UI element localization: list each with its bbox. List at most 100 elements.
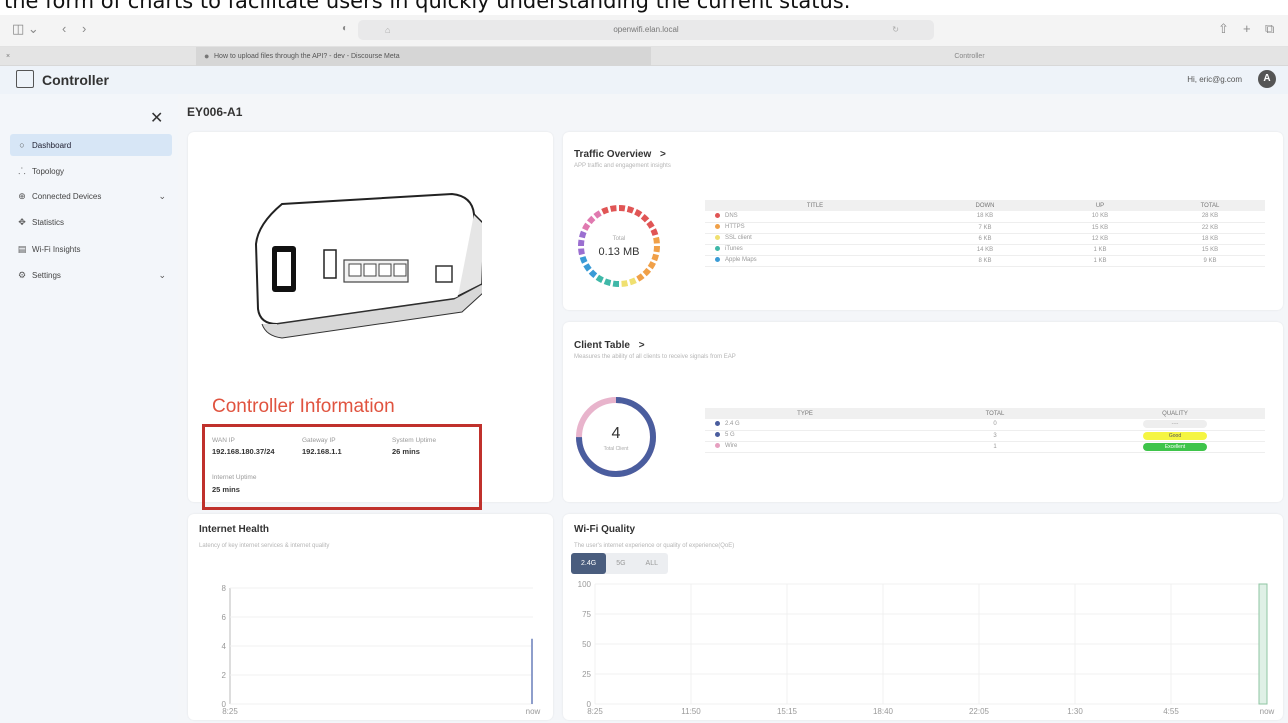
- donut-segment: [634, 209, 643, 218]
- tab-discourse[interactable]: ● How to upload files through the API? -…: [196, 47, 651, 66]
- sidebar-item-statistics[interactable]: ✥ Statistics: [10, 211, 172, 233]
- wifi-quality-chart: 02550751008:25 11:50 15:15 18:40 22:05 1:30 4:…: [578, 580, 1275, 716]
- avatar[interactable]: A: [1258, 70, 1276, 88]
- internet-health-subtitle: Latency of key internet services & inter…: [199, 543, 330, 549]
- app-name: DNS: [725, 213, 738, 220]
- tabs-overview-icon[interactable]: ⧉: [1265, 21, 1274, 37]
- client-table-card: Client Table > Measures the ability of a…: [563, 322, 1283, 502]
- back-icon[interactable]: ‹: [62, 21, 66, 36]
- donut-segment: [626, 206, 635, 214]
- donut-segment: [650, 228, 659, 236]
- y-tick-label: 50: [582, 640, 591, 649]
- toggle-all[interactable]: ALL: [636, 553, 668, 574]
- client-count: 3: [905, 430, 1085, 442]
- donut-segment: [582, 222, 591, 231]
- type-dot: [715, 421, 720, 427]
- total-value: 18 KB: [1155, 233, 1265, 245]
- sidebar-item-label: Wi-Fi Insights: [32, 245, 81, 254]
- sidebar: ✕ ○ Dashboard ⸫ Topology ⊕ Connected Device…: [0, 94, 178, 723]
- toggle-2-4g[interactable]: 2.4G: [571, 553, 607, 574]
- app-name: Apple Maps: [725, 257, 757, 264]
- forward-icon[interactable]: ›: [82, 21, 86, 36]
- sidebar-item-label: Topology: [32, 167, 65, 176]
- router-illustration: [254, 192, 482, 339]
- up-value: 1 KB: [1045, 255, 1155, 267]
- close-tab-icon[interactable]: ×: [0, 47, 20, 66]
- sidebar-item-label: Dashboard: [32, 141, 72, 150]
- x-tick-label: now: [1260, 707, 1275, 716]
- donut-segment: [642, 267, 652, 277]
- client-type: Wire: [725, 443, 738, 450]
- controller-info-highlight: WAN IP 192.168.180.37/24 Gateway IP 192.…: [202, 424, 482, 510]
- devices-icon: ⊕: [18, 191, 26, 201]
- https-dot: [715, 224, 720, 230]
- sidebar-item-label: Statistics: [32, 218, 65, 227]
- chevron-right-icon: >: [638, 340, 645, 351]
- sidebar-toggle-icon[interactable]: ◫ ⌄: [12, 21, 39, 37]
- type-dot: [715, 443, 720, 449]
- shield-icon: ◐: [342, 23, 349, 34]
- internet-health-title: Internet Health: [199, 524, 270, 535]
- donut-segment: [586, 215, 596, 225]
- address-bar[interactable]: ⌂ openwifi.elan.local ↻: [358, 20, 934, 40]
- sidebar-item-dashboard[interactable]: ○ Dashboard: [10, 134, 172, 156]
- client-donut-chart: 4 Total Client: [576, 397, 656, 477]
- sidebar-item-topology[interactable]: ⸫ Topology: [10, 160, 172, 182]
- main-content: EY006-A1 Controller Information WAN IP 1…: [178, 94, 1288, 723]
- client-total-label: Total Client: [604, 446, 629, 452]
- sidebar-item-wifi-insights[interactable]: ▤ Wi-Fi Insights: [10, 238, 172, 260]
- donut-segment: [640, 213, 650, 223]
- down-value: 14 KB: [925, 244, 1045, 256]
- insights-icon: ▤: [17, 244, 27, 254]
- client-table-title[interactable]: Client Table >: [574, 340, 645, 351]
- table-row: 2.4 G 0 ----: [705, 419, 1265, 431]
- total-value: 9 KB: [1155, 255, 1265, 267]
- donut-segment: [595, 274, 604, 283]
- donut-segment: [588, 269, 598, 279]
- card-title-text: Traffic Overview: [574, 149, 652, 160]
- browser-toolbar: ◫ ⌄ ‹ › ◐ ⌂ openwifi.elan.local ↻ ⇧ + ⧉: [0, 15, 1288, 47]
- ssl-dot: [715, 235, 720, 241]
- traffic-overview-title[interactable]: Traffic Overview >: [574, 149, 666, 160]
- y-tick-label: 25: [582, 670, 591, 679]
- wifi-quality-subtitle: The user's internet experience or qualit…: [574, 543, 735, 549]
- favicon-icon: ●: [204, 51, 210, 61]
- document-caption: the form of charts to facilitate users i…: [4, 0, 851, 13]
- dns-dot: [715, 213, 720, 219]
- up-value: 10 KB: [1045, 211, 1155, 223]
- share-icon[interactable]: ⇧: [1218, 21, 1229, 37]
- type-dot: [715, 432, 720, 438]
- app-name: HTTPS: [725, 224, 745, 231]
- reload-icon[interactable]: ↻: [892, 20, 899, 40]
- total-value: 15 KB: [1155, 244, 1265, 256]
- new-tab-icon[interactable]: +: [1243, 21, 1251, 36]
- y-tick-label: 4: [222, 642, 227, 651]
- sidebar-item-settings[interactable]: ⚙ Settings ⌄: [10, 264, 172, 286]
- total-value: 22 KB: [1155, 222, 1265, 234]
- tab-controller[interactable]: Controller: [651, 47, 1288, 66]
- app-header: Controller Hi, eric@g.com A: [0, 66, 1288, 94]
- topology-icon: ⸫: [18, 166, 26, 176]
- col-quality: QUALITY: [1085, 408, 1265, 419]
- table-row: SSL client 6 KB 12 KB 18 KB: [705, 233, 1265, 245]
- internet-health-chart: 024688:25 now: [222, 584, 541, 716]
- client-count: 1: [905, 441, 1085, 453]
- apple-maps-dot: [715, 257, 720, 263]
- client-total: 4: [612, 425, 621, 442]
- wifi-quality-card: Wi-Fi Quality The user's internet experi…: [563, 514, 1283, 720]
- col-total: TOTAL: [905, 408, 1085, 419]
- sidebar-item-connected-devices[interactable]: ⊕ Connected Devices ⌄: [10, 185, 172, 207]
- user-email: Hi, eric@g.com: [1187, 75, 1242, 84]
- page-title: EY006-A1: [187, 105, 243, 119]
- donut-segment: [653, 236, 660, 244]
- col-title: TITLE: [705, 200, 925, 211]
- table-row: iTunes 14 KB 1 KB 15 KB: [705, 244, 1265, 256]
- close-icon[interactable]: ✕: [150, 108, 163, 128]
- dashboard-icon: ○: [19, 140, 25, 150]
- wifi-quality-title: Wi-Fi Quality: [574, 524, 636, 535]
- toggle-5g[interactable]: 5G: [606, 553, 635, 574]
- donut-segment: [583, 263, 592, 272]
- table-row: DNS 18 KB 10 KB 28 KB: [705, 211, 1265, 223]
- tab-label: How to upload files through the API? - d…: [214, 53, 400, 60]
- down-value: 8 KB: [925, 255, 1045, 267]
